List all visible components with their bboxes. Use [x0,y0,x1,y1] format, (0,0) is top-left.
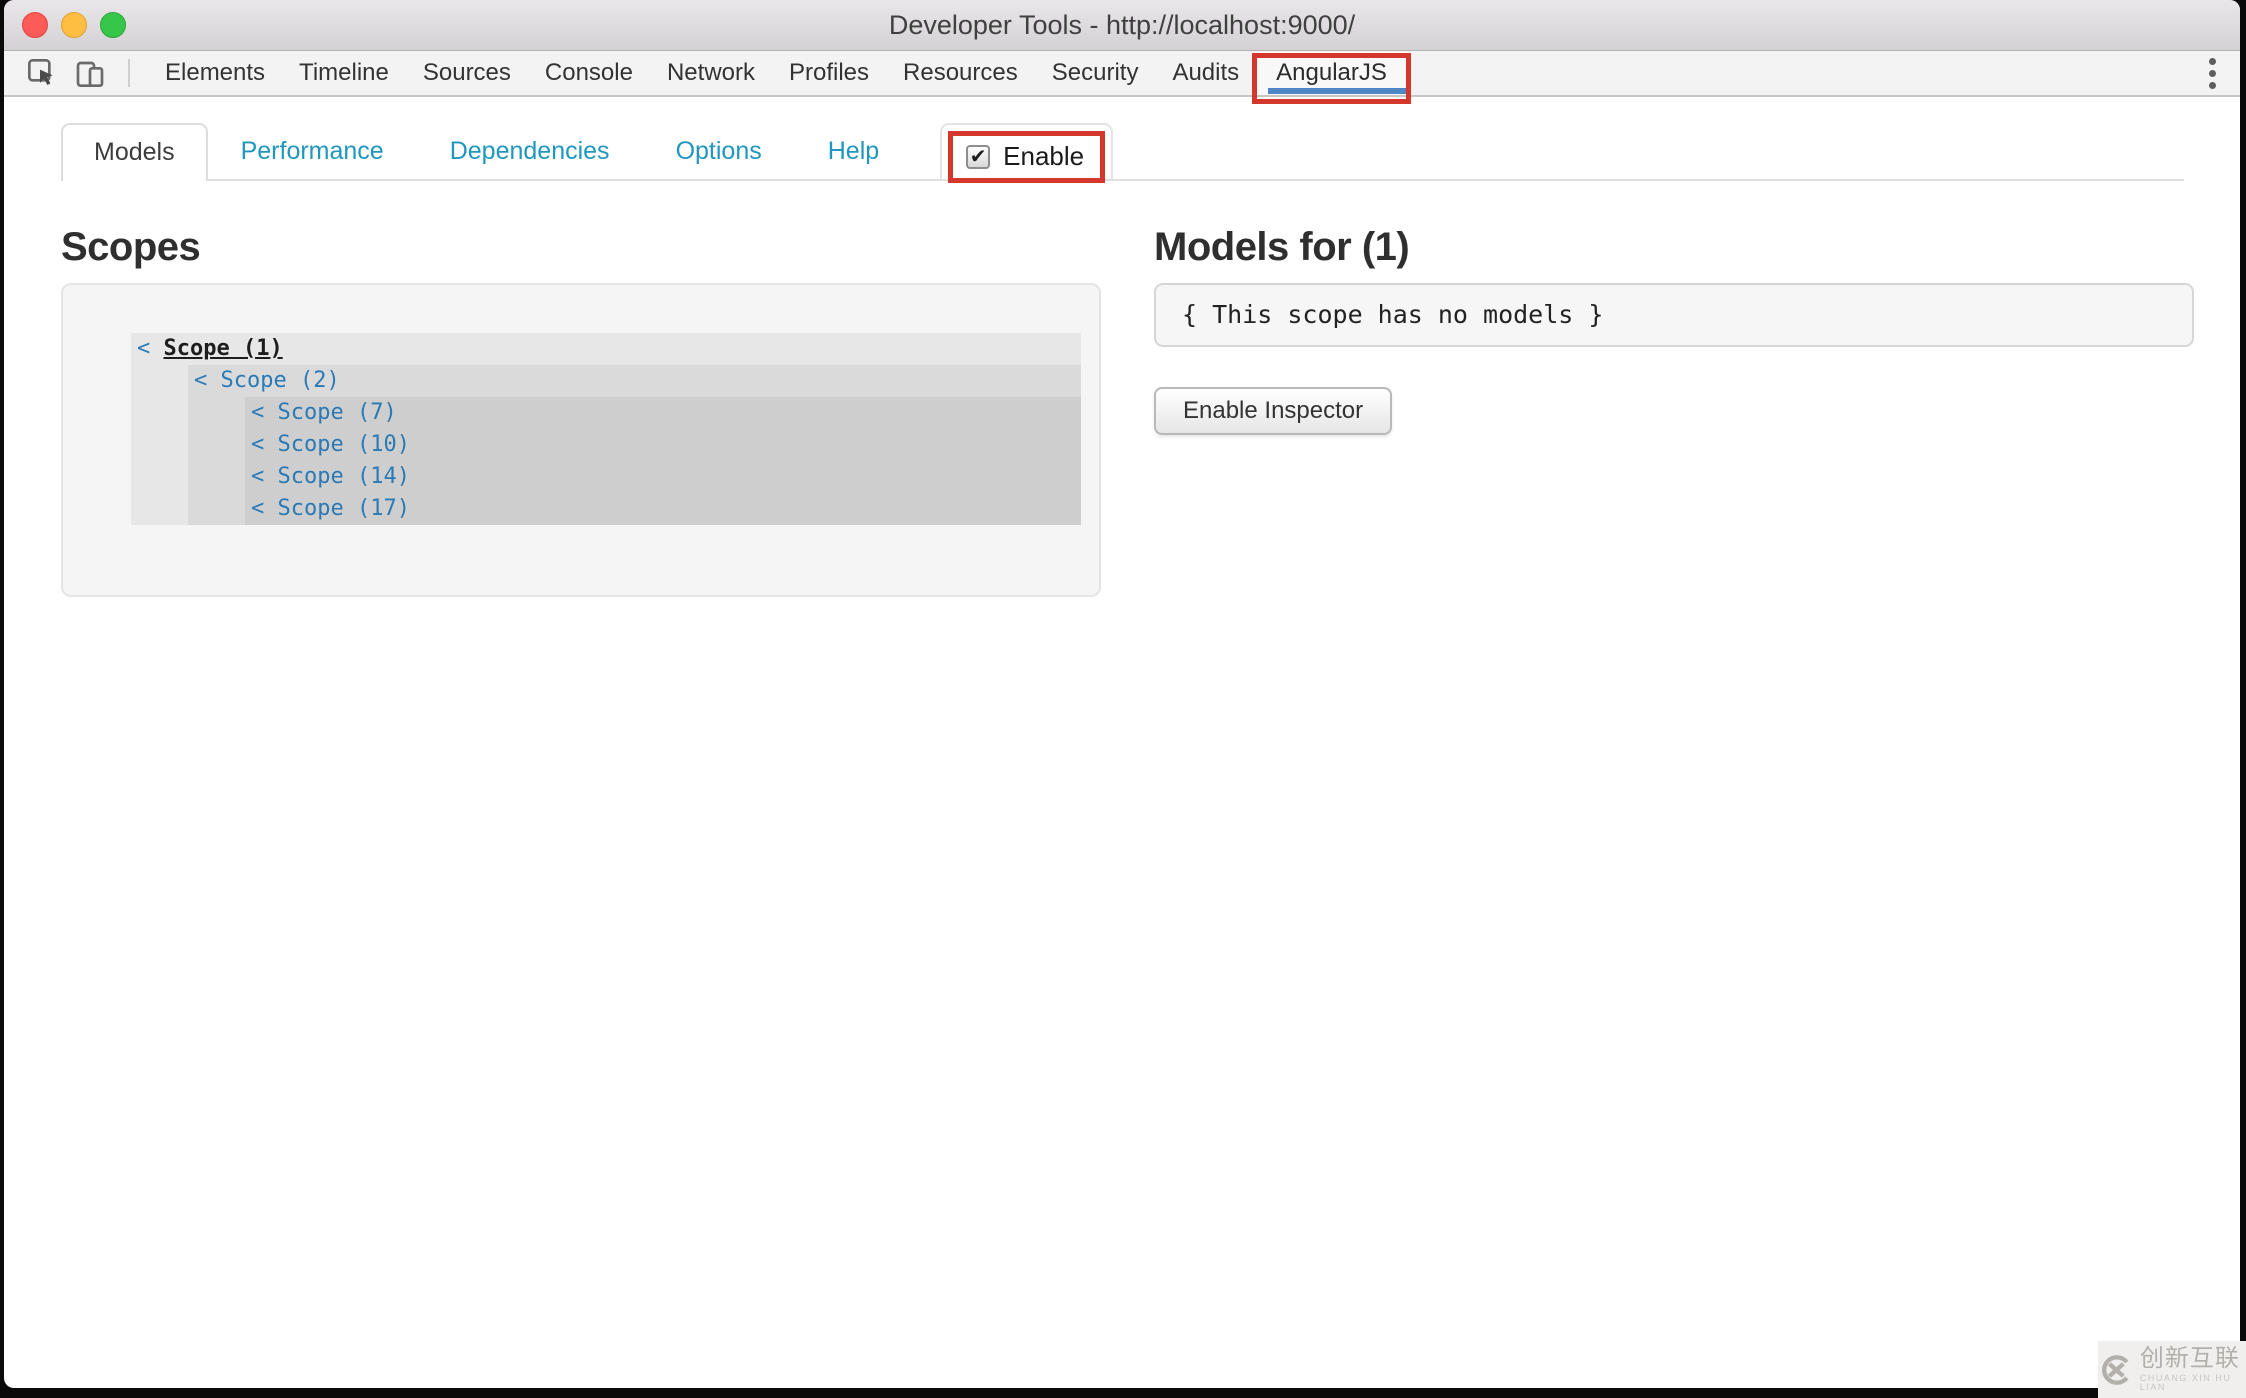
devtools-tab-strip: Elements Timeline Sources Console Network Pro… [148,51,1256,95]
scope-row: < Scope (2) [188,365,1081,397]
tab-angularjs-label: AngularJS [1276,59,1387,86]
scope-caret-icon[interactable]: < [251,496,278,521]
scope-node: < Scope (2) < Scope (7) < Scope (10) < Scop… [188,365,1081,525]
scope-caret-icon[interactable]: < [137,336,164,361]
toolbar-tab-elements[interactable]: Elements [148,51,282,95]
devtools-toolbar: Elements Timeline Sources Console Network Pro… [4,51,2240,104]
scope-link[interactable]: Scope (7) [278,400,397,425]
models-empty-box: { This scope has no models } [1154,283,2194,347]
scope-caret-icon[interactable]: < [251,464,278,489]
devtools-window: Developer Tools - http://localhost:9000/… [4,0,2240,1388]
batarang-tab-bar: Models Performance Dependencies Options Hel… [61,123,2184,183]
tab-help[interactable]: Help [795,123,912,179]
watermark: 创新互联 CHUANG XIN HU LIAN [2098,1341,2246,1398]
annotation-box-enable: ✔ Enable [948,131,1106,183]
enable-checkbox[interactable]: ✔ [966,144,991,169]
tab-dependencies[interactable]: Dependencies [417,123,643,179]
window-title: Developer Tools - http://localhost:9000/ [888,10,1356,40]
models-empty-message: { This scope has no models } [1182,300,1604,329]
scope-link[interactable]: Scope (10) [278,432,410,457]
toolbar-tab-profiles[interactable]: Profiles [772,51,886,95]
scope-row: < Scope (7) [245,397,1081,429]
tab-options[interactable]: Options [643,123,795,179]
maximize-button[interactable] [100,12,126,38]
tab-enable: ✔ Enable [940,123,1114,183]
scope-link[interactable]: Scope (14) [278,464,410,489]
watermark-subtext: CHUANG XIN HU LIAN [2139,1373,2232,1392]
scope-link[interactable]: Scope (17) [278,496,410,521]
traffic-lights [22,12,126,38]
scope-row: < Scope (17) [245,493,1081,525]
active-tab-underline [1268,88,1409,94]
models-column: Models for (1) { This scope has no model… [1154,225,2194,597]
scope-node: < Scope (1) < Scope (2) < Scope (7) < Scope… [131,333,1081,525]
toolbar-tab-network[interactable]: Network [650,51,772,95]
models-heading: Models for (1) [1154,225,1410,269]
overflow-menu-icon[interactable] [2209,51,2216,95]
scope-caret-icon[interactable]: < [251,400,278,425]
toolbar-tab-resources[interactable]: Resources [886,51,1035,95]
scope-row: < Scope (1) [131,333,1081,365]
scope-caret-icon[interactable]: < [251,432,278,457]
watermark-logo-icon [2102,1354,2129,1385]
scope-caret-icon[interactable]: < [194,368,221,393]
scope-node: < Scope (10) [245,429,1081,461]
minimize-button[interactable] [61,12,87,38]
watermark-text: 创新互联 [2139,1345,2240,1372]
scopes-heading: Scopes [61,225,201,269]
scope-node: < Scope (17) [245,493,1081,525]
device-toolbar-icon[interactable] [74,57,106,89]
scope-tree: < Scope (1) < Scope (2) < Scope (7) < Scope… [131,333,1081,525]
scope-node: < Scope (7) [245,397,1081,429]
toolbar-tab-timeline[interactable]: Timeline [282,51,406,95]
titlebar: Developer Tools - http://localhost:9000/ [4,0,2240,51]
toolbar-tab-security[interactable]: Security [1035,51,1156,95]
close-button[interactable] [22,12,48,38]
enable-inspector-button[interactable]: Enable Inspector [1154,387,1393,435]
toolbar-tab-audits[interactable]: Audits [1155,51,1256,95]
scopes-panel: < Scope (1) < Scope (2) < Scope (7) < Scope… [61,283,1101,597]
scope-link[interactable]: Scope (2) [221,368,340,393]
tab-angularjs[interactable]: AngularJS [1252,51,1411,104]
toolbar-tab-sources[interactable]: Sources [406,51,528,95]
toolbar-separator [128,59,130,87]
batarang-links: Performance Dependencies Options Help [208,123,913,179]
tab-models[interactable]: Models [61,123,208,181]
scopes-column: Scopes < Scope (1) < Scope (2) < Scope (7)… [61,225,1101,597]
scope-link[interactable]: Scope (1) [164,336,283,361]
toolbar-tab-console[interactable]: Console [528,51,650,95]
tab-performance[interactable]: Performance [208,123,417,179]
scope-row: < Scope (14) [245,461,1081,493]
scope-row: < Scope (10) [245,429,1081,461]
scope-node: < Scope (14) [245,461,1081,493]
enable-checkbox-label: Enable [1003,141,1085,171]
inspect-element-icon[interactable] [26,57,58,89]
